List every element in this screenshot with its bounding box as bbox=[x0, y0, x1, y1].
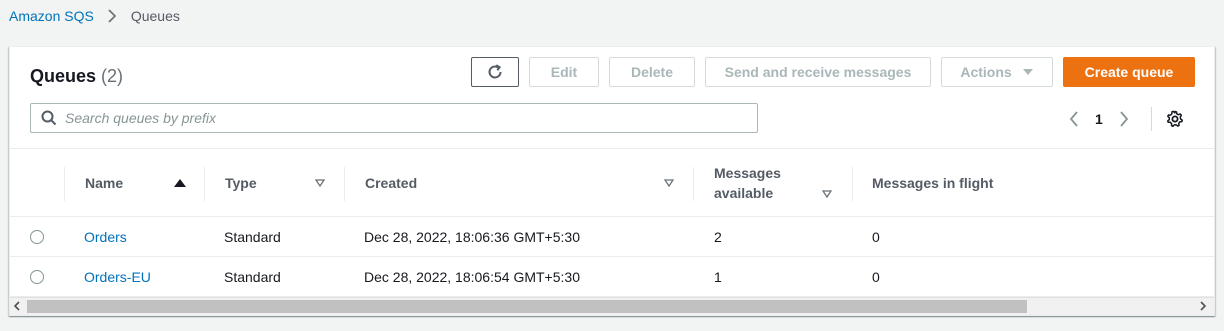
breadcrumb-link-amazon-sqs[interactable]: Amazon SQS bbox=[9, 8, 94, 24]
queue-count: (2) bbox=[101, 66, 124, 86]
cell-messages-in-flight: 0 bbox=[872, 269, 880, 285]
search-box bbox=[30, 103, 758, 133]
create-queue-button[interactable]: Create queue bbox=[1063, 57, 1195, 87]
queue-link[interactable]: Orders bbox=[84, 229, 127, 245]
page-title: Queues (2) bbox=[30, 66, 123, 87]
cell-type: Standard bbox=[224, 269, 281, 285]
cell-messages-in-flight: 0 bbox=[872, 229, 880, 245]
table-row[interactable]: Orders Standard Dec 28, 2022, 18:06:36 G… bbox=[10, 217, 1214, 257]
delete-button[interactable]: Delete bbox=[609, 57, 695, 87]
cell-created: Dec 28, 2022, 18:06:54 GMT+5:30 bbox=[364, 269, 580, 285]
cell-created: Dec 28, 2022, 18:06:36 GMT+5:30 bbox=[364, 229, 580, 245]
scroll-left-icon[interactable] bbox=[13, 301, 21, 311]
queues-table: Name Type Created Messages available Mes… bbox=[10, 148, 1214, 297]
column-header-created[interactable]: Created bbox=[365, 149, 695, 217]
caret-down-icon bbox=[1022, 68, 1034, 76]
row-select-radio[interactable] bbox=[30, 230, 44, 244]
column-separator bbox=[852, 167, 853, 201]
column-header-created-label: Created bbox=[365, 175, 418, 191]
send-and-receive-messages-button[interactable]: Send and receive messages bbox=[705, 57, 931, 87]
scrollbar-thumb[interactable] bbox=[27, 300, 1027, 313]
sort-ascending-icon bbox=[174, 179, 186, 187]
table-header: Name Type Created Messages available Mes… bbox=[10, 148, 1214, 217]
sort-icon bbox=[822, 190, 832, 198]
column-header-messages-in-flight[interactable]: Messages in flight bbox=[872, 149, 1072, 217]
table-row[interactable]: Orders-EU Standard Dec 28, 2022, 18:06:5… bbox=[10, 257, 1214, 297]
column-header-messages-in-flight-label: Messages in flight bbox=[872, 175, 994, 191]
scroll-right-icon[interactable] bbox=[1199, 301, 1207, 311]
horizontal-scrollbar[interactable] bbox=[10, 297, 1214, 315]
cell-messages-available: 2 bbox=[714, 229, 722, 245]
breadcrumb: Amazon SQS Queues bbox=[9, 8, 180, 24]
actions-label: Actions bbox=[960, 64, 1012, 80]
column-header-type[interactable]: Type bbox=[225, 149, 345, 217]
gear-icon[interactable] bbox=[1166, 110, 1184, 128]
column-separator bbox=[204, 167, 205, 201]
column-separator bbox=[64, 167, 65, 201]
previous-page-icon[interactable] bbox=[1067, 111, 1081, 127]
edit-button[interactable]: Edit bbox=[529, 57, 599, 87]
column-header-name[interactable]: Name bbox=[85, 149, 205, 217]
next-page-icon[interactable] bbox=[1117, 111, 1131, 127]
panel-title-text: Queues bbox=[30, 66, 97, 86]
column-header-name-label: Name bbox=[85, 175, 124, 191]
cell-name: Orders bbox=[84, 217, 127, 257]
column-header-messages-available[interactable]: Messages available bbox=[714, 149, 854, 217]
pager-divider bbox=[1150, 107, 1152, 131]
column-separator bbox=[344, 167, 345, 201]
search-input[interactable] bbox=[65, 110, 757, 126]
queues-panel: Queues (2) Edit Delete Send and receive … bbox=[9, 46, 1215, 316]
cell-type: Standard bbox=[224, 229, 281, 245]
column-header-messages-available-line1: Messages bbox=[714, 165, 781, 181]
column-header-type-label: Type bbox=[225, 175, 257, 191]
actions-dropdown-button[interactable]: Actions bbox=[941, 57, 1053, 87]
cell-messages-available: 1 bbox=[714, 269, 722, 285]
current-page-number[interactable]: 1 bbox=[1095, 111, 1103, 127]
sort-icon bbox=[664, 179, 674, 187]
queue-link[interactable]: Orders-EU bbox=[84, 269, 151, 285]
refresh-icon bbox=[486, 63, 504, 81]
refresh-button[interactable] bbox=[471, 57, 519, 87]
pagination: 1 bbox=[1067, 107, 1184, 131]
column-header-messages-available-label: Messages available bbox=[714, 163, 781, 203]
sort-icon bbox=[315, 179, 325, 187]
breadcrumb-current: Queues bbox=[130, 8, 180, 24]
column-separator bbox=[693, 167, 694, 201]
chevron-right-icon bbox=[107, 9, 117, 23]
search-icon bbox=[41, 110, 57, 126]
row-select-radio[interactable] bbox=[30, 270, 44, 284]
cell-name: Orders-EU bbox=[84, 257, 151, 297]
column-header-messages-available-line2: available bbox=[714, 185, 774, 201]
